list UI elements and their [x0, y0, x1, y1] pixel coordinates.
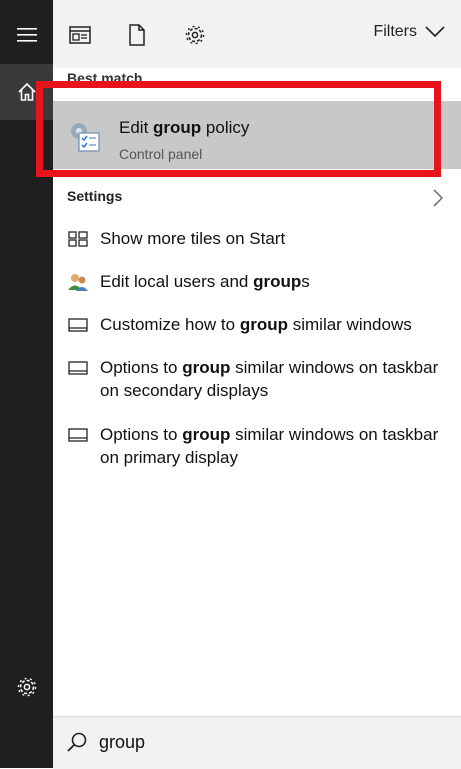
- settings-result-label: Edit local users and groups: [100, 272, 310, 291]
- settings-result-item[interactable]: Options to group similar windows on task…: [67, 356, 447, 402]
- taskbar-icon: [67, 314, 89, 336]
- documents-scope-button[interactable]: [124, 22, 150, 48]
- home-icon: [17, 82, 36, 101]
- filters-label: Filters: [373, 23, 417, 40]
- settings-result-label: Customize how to group similar windows: [100, 315, 412, 334]
- chevron-right-icon: [433, 189, 444, 207]
- hamburger-menu-button[interactable]: [0, 7, 53, 63]
- chevron-down-icon: [425, 26, 445, 38]
- settings-result-item[interactable]: Show more tiles on Start: [67, 227, 447, 250]
- settings-result-label: Options to group similar windows on task…: [100, 425, 439, 467]
- document-icon: [129, 24, 145, 46]
- taskbar-icon: [67, 357, 89, 379]
- settings-scope-button[interactable]: [182, 22, 208, 48]
- settings-expand-button[interactable]: [433, 189, 444, 212]
- settings-result-label: Show more tiles on Start: [100, 229, 286, 248]
- search-input[interactable]: group: [99, 732, 145, 753]
- settings-button[interactable]: [0, 659, 53, 715]
- settings-result-label: Options to group similar windows on task…: [100, 358, 439, 400]
- settings-result-item[interactable]: Options to group similar windows on task…: [67, 423, 447, 469]
- apps-scope-button[interactable]: [67, 22, 93, 48]
- settings-result-item[interactable]: Customize how to group similar windows: [67, 313, 447, 336]
- gear-icon: [185, 25, 205, 45]
- filters-dropdown[interactable]: Filters: [373, 23, 445, 41]
- hamburger-icon: [16, 28, 37, 42]
- search-icon: [67, 732, 87, 752]
- highlight-annotation-box: [36, 81, 441, 177]
- app-window-icon: [69, 26, 91, 44]
- settings-result-item[interactable]: Edit local users and groups: [67, 270, 447, 293]
- users-icon: [67, 271, 89, 293]
- gear-icon: [17, 677, 36, 697]
- settings-section-header[interactable]: Settings: [67, 188, 447, 204]
- search-box[interactable]: group: [53, 716, 461, 769]
- tiles-icon: [67, 228, 89, 250]
- search-scope-bar: Filters: [53, 0, 461, 68]
- taskbar-icon: [67, 424, 89, 446]
